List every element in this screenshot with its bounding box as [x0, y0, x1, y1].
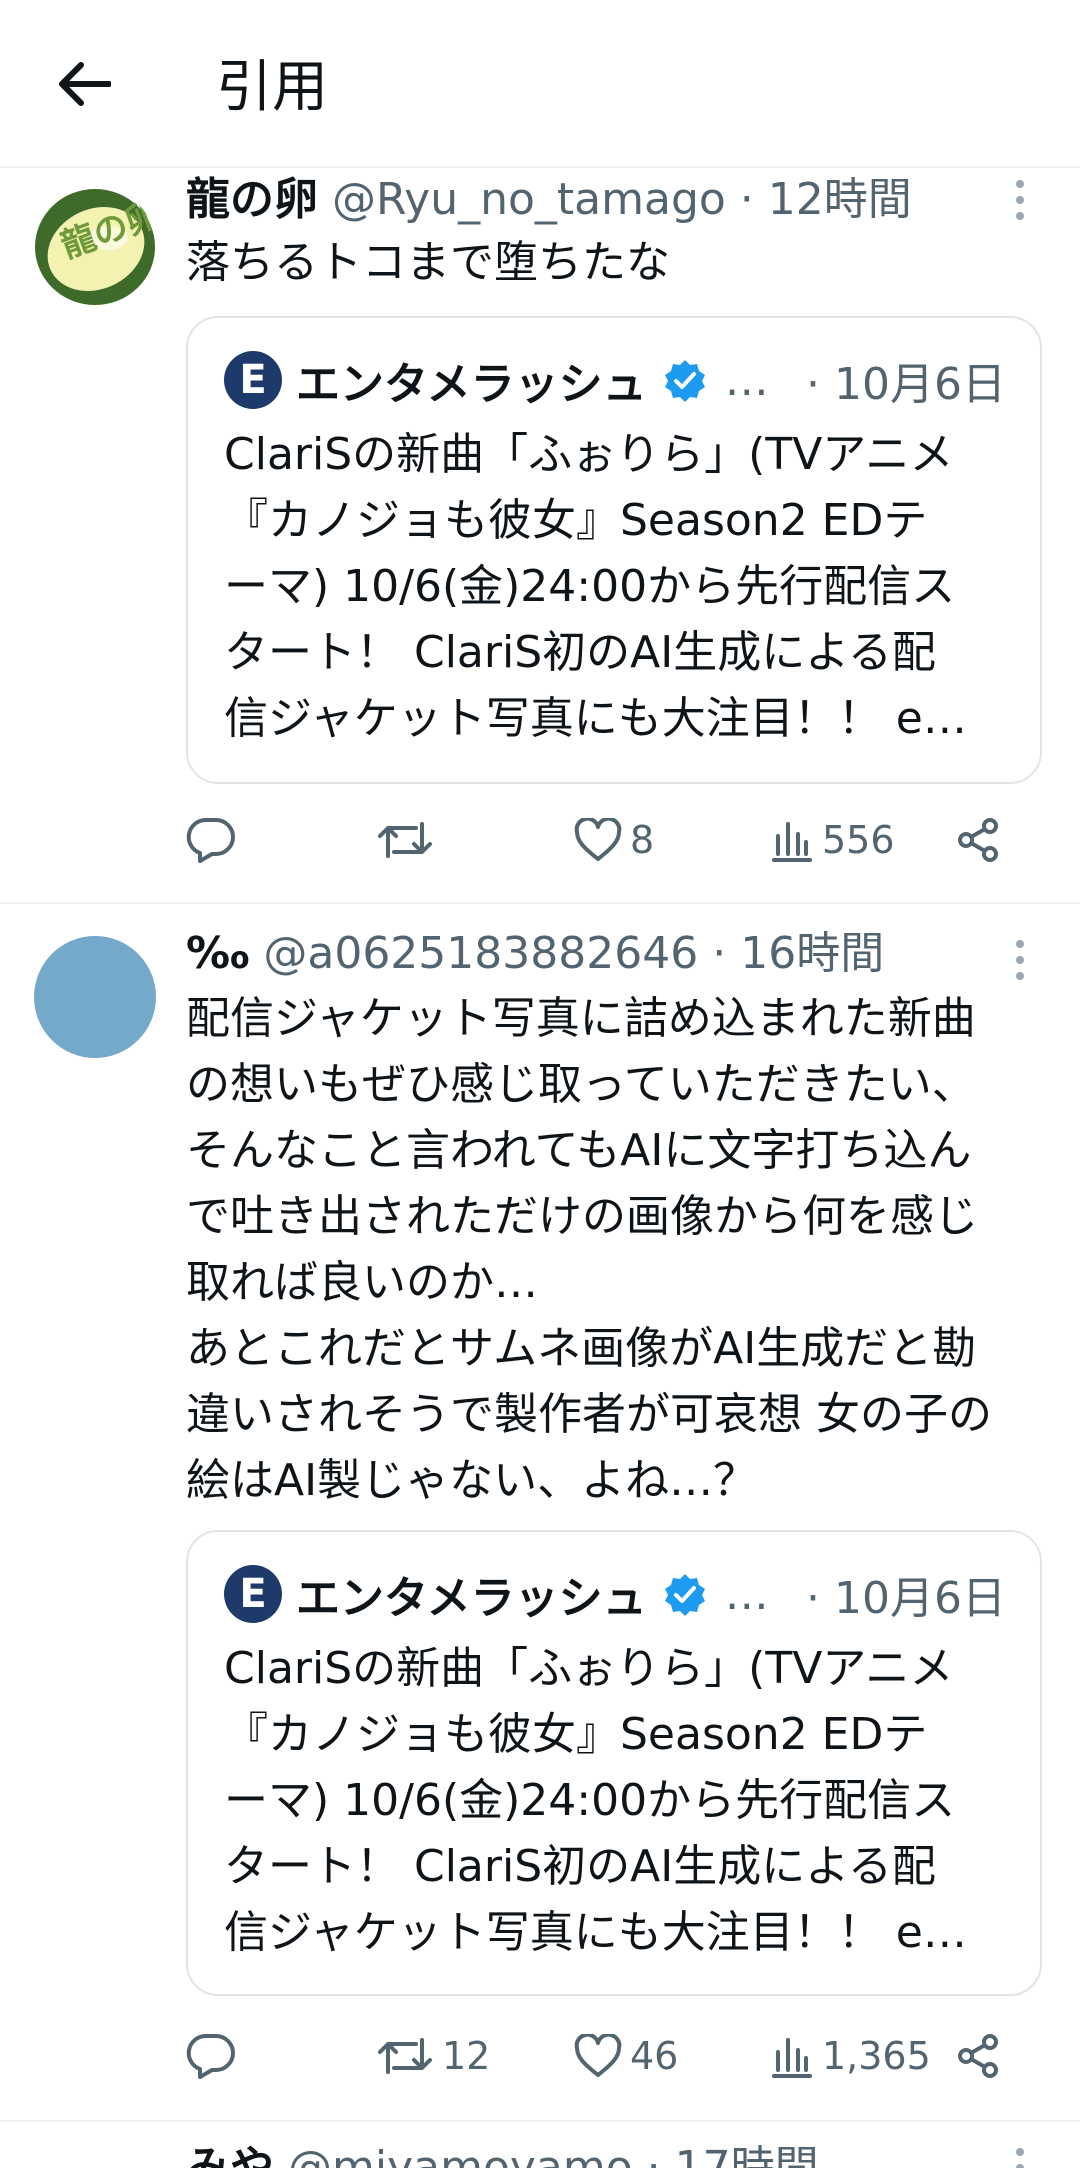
tweet-actions: 12 46 1,365: [186, 2026, 1026, 2086]
share-button[interactable]: [956, 2026, 1002, 2086]
timestamp[interactable]: 16時間: [740, 928, 884, 979]
top-bar: 引用: [0, 0, 1080, 168]
tweet-actions: 8 556: [186, 810, 1026, 870]
reply-icon: [186, 817, 235, 863]
timestamp[interactable]: 12時間: [768, 174, 912, 225]
avatar[interactable]: [34, 936, 156, 1058]
view-count: 1,365: [822, 2034, 931, 2078]
like-count: 8: [630, 818, 655, 862]
tweet-header: 龍の卵 @Ryu_no_tamago · 12時間: [186, 170, 960, 230]
separator-dot: ·: [739, 174, 754, 225]
views-button[interactable]: 556: [770, 810, 895, 870]
reply-icon: [186, 2033, 235, 2079]
more-button[interactable]: [1000, 170, 1040, 230]
tweet-text: 落ちるトコまで堕ちたな: [186, 237, 670, 288]
tweet-header: みや @miyamoyamo · 17時間: [186, 2138, 960, 2168]
quoted-name-ellipsis: …: [724, 354, 769, 406]
like-button[interactable]: 8: [574, 810, 654, 870]
timestamp[interactable]: 17時間: [675, 2142, 819, 2168]
retweet-button[interactable]: 12: [376, 2026, 490, 2086]
quoted-avatar: E: [224, 351, 282, 409]
quoted-display-name: エンタメラッシュ: [296, 359, 647, 410]
tweet-header: ‰ @a0625183882646 · 16時間: [186, 924, 960, 984]
share-icon: [958, 2034, 998, 2078]
avatar[interactable]: 龍の卵: [34, 186, 156, 308]
display-name[interactable]: 龍の卵: [186, 174, 318, 225]
views-icon: [772, 822, 812, 862]
share-icon: [958, 818, 998, 862]
tweet[interactable]: 龍の卵 龍の卵 @Ryu_no_tamago · 12時間 落ちるトコまで堕ちた…: [0, 170, 1080, 904]
display-name[interactable]: みや: [186, 2142, 274, 2168]
quoted-tweet[interactable]: E エンタメラッシュ … · 10月6日 ClariSの新曲「ふぉりら」(TVア…: [186, 316, 1042, 784]
more-button[interactable]: [1000, 930, 1040, 990]
share-button[interactable]: [956, 810, 1002, 870]
more-button[interactable]: [1000, 2138, 1040, 2168]
view-count: 556: [822, 818, 895, 862]
like-icon: [574, 2034, 622, 2077]
retweet-button[interactable]: [376, 810, 442, 870]
quoted-timestamp: · 10月6日: [806, 359, 1006, 410]
verified-icon: [664, 360, 705, 402]
page-title: 引用: [216, 55, 328, 120]
tweet[interactable]: ‰ @a0625183882646 · 16時間 配信ジャケット写真に詰め込まれ…: [0, 906, 1080, 2122]
reply-button[interactable]: [186, 810, 244, 870]
username[interactable]: @Ryu_no_tamago: [332, 174, 726, 225]
separator-dot: ·: [712, 928, 727, 979]
quoted-display-name: エンタメラッシュ: [296, 1573, 647, 1624]
like-button[interactable]: 46: [574, 2026, 678, 2086]
back-arrow-icon: [59, 62, 111, 106]
username[interactable]: @miyamoyamo: [288, 2142, 633, 2168]
quoted-name-ellipsis: …: [724, 1568, 769, 1620]
back-button[interactable]: [50, 50, 118, 118]
quoted-tweet-text: ClariSの新曲「ふぉりら」(TVアニメ 『カノジョも彼女』Season2 E…: [224, 429, 967, 744]
quoted-tweet[interactable]: E エンタメラッシュ … · 10月6日 ClariSの新曲「ふぉりら」(TVア…: [186, 1530, 1042, 1996]
retweet-icon: [378, 822, 432, 858]
like-count: 46: [630, 2034, 679, 2078]
views-icon: [772, 2038, 812, 2078]
retweet-icon: [378, 2038, 432, 2074]
quoted-tweet-header: E エンタメラッシュ … · 10月6日: [224, 1562, 1006, 1626]
username[interactable]: @a0625183882646: [263, 928, 698, 979]
verified-icon: [664, 1574, 705, 1616]
like-icon: [574, 818, 622, 861]
views-button[interactable]: 1,365: [770, 2026, 931, 2086]
tweet-text: 配信ジャケット写真に詰め込まれた新曲 の想いもぜひ感じ取っていただきたい、 そん…: [186, 993, 992, 1506]
quoted-tweet-text: ClariSの新曲「ふぉりら」(TVアニメ 『カノジョも彼女』Season2 E…: [224, 1643, 967, 1958]
quoted-tweet-header: E エンタメラッシュ … · 10月6日: [224, 348, 1006, 412]
separator-dot: ·: [646, 2142, 661, 2168]
display-name[interactable]: ‰: [186, 928, 249, 979]
retweet-count: 12: [442, 2034, 491, 2078]
tweet[interactable]: みや @miyamoyamo · 17時間: [0, 2124, 1080, 2168]
reply-button[interactable]: [186, 2026, 244, 2086]
quoted-avatar: E: [224, 1565, 282, 1623]
quoted-timestamp: · 10月6日: [806, 1573, 1006, 1624]
